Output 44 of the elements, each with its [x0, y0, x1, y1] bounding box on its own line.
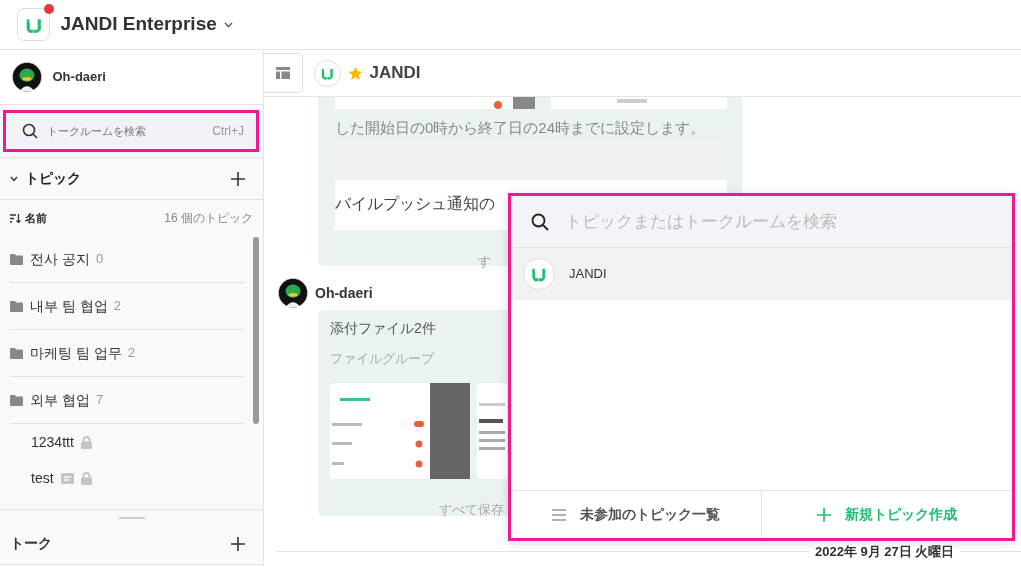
topics-section-toggle[interactable]: トピック [10, 168, 81, 189]
result-item[interactable]: JANDI [511, 248, 1012, 300]
avatar-icon [279, 278, 307, 308]
folder-icon [10, 253, 23, 265]
sidebar-search-field[interactable]: トークルームを検索 [45, 121, 213, 141]
unjoined-topics-button[interactable]: 未参加のトピック一覧 [511, 491, 761, 538]
menu-icon [552, 508, 566, 521]
chevron-down-icon [223, 21, 233, 28]
shortcut-hint: Ctrl+J [212, 123, 244, 140]
topic-count: 16 個のトピック [164, 210, 253, 227]
avatar-icon [13, 62, 41, 92]
chevron-icon [10, 175, 18, 182]
add-icon[interactable] [231, 536, 245, 551]
folder-icon [10, 347, 23, 359]
talk-section-title[interactable]: トーク [10, 533, 52, 554]
message-author[interactable]: Oh-daeri [315, 282, 373, 304]
preview-title: バイルプッシュ通知の [335, 194, 495, 212]
attachment-title: 添付ファイル2件 [330, 319, 437, 338]
add-icon [817, 507, 831, 522]
file-group-label: ファイルグループ [330, 350, 436, 368]
search-icon [531, 212, 549, 231]
folder-icon [10, 300, 23, 312]
popup-search-box[interactable]: トピックまたはトークルームを検索 [511, 196, 1012, 248]
folder-item[interactable]: 내부 팀 협업 2 [10, 283, 245, 330]
folder-item[interactable]: 외부 협업 7 [10, 377, 245, 424]
room-title: JANDI [369, 62, 421, 85]
scrollbar-thumb[interactable] [253, 237, 259, 424]
resize-handle[interactable] [118, 517, 145, 519]
layout-icon [276, 67, 290, 79]
popup-search-field[interactable]: トピックまたはトークルームを検索 [563, 207, 983, 236]
sort-icon [10, 213, 21, 223]
folder-item[interactable]: 마케팅 팀 업무 2 [10, 330, 245, 377]
preview-text: した開始日の0時から終了日の24時までに設定します。 [335, 118, 707, 138]
sort-button[interactable]: 名前 [10, 209, 47, 227]
star-icon[interactable] [347, 65, 363, 81]
profile-name[interactable]: Oh-daeri [52, 67, 106, 87]
workspace-switcher[interactable]: JANDI Enterprise [60, 10, 233, 39]
folder-icon [10, 394, 23, 406]
topic-item[interactable]: test [31, 467, 54, 489]
search-icon [22, 123, 38, 139]
topic-item[interactable]: 1234ttt [31, 431, 74, 453]
add-icon[interactable] [231, 171, 245, 186]
folder-item[interactable]: 전사 공지 0 [10, 236, 245, 283]
layout-button[interactable] [264, 53, 303, 93]
